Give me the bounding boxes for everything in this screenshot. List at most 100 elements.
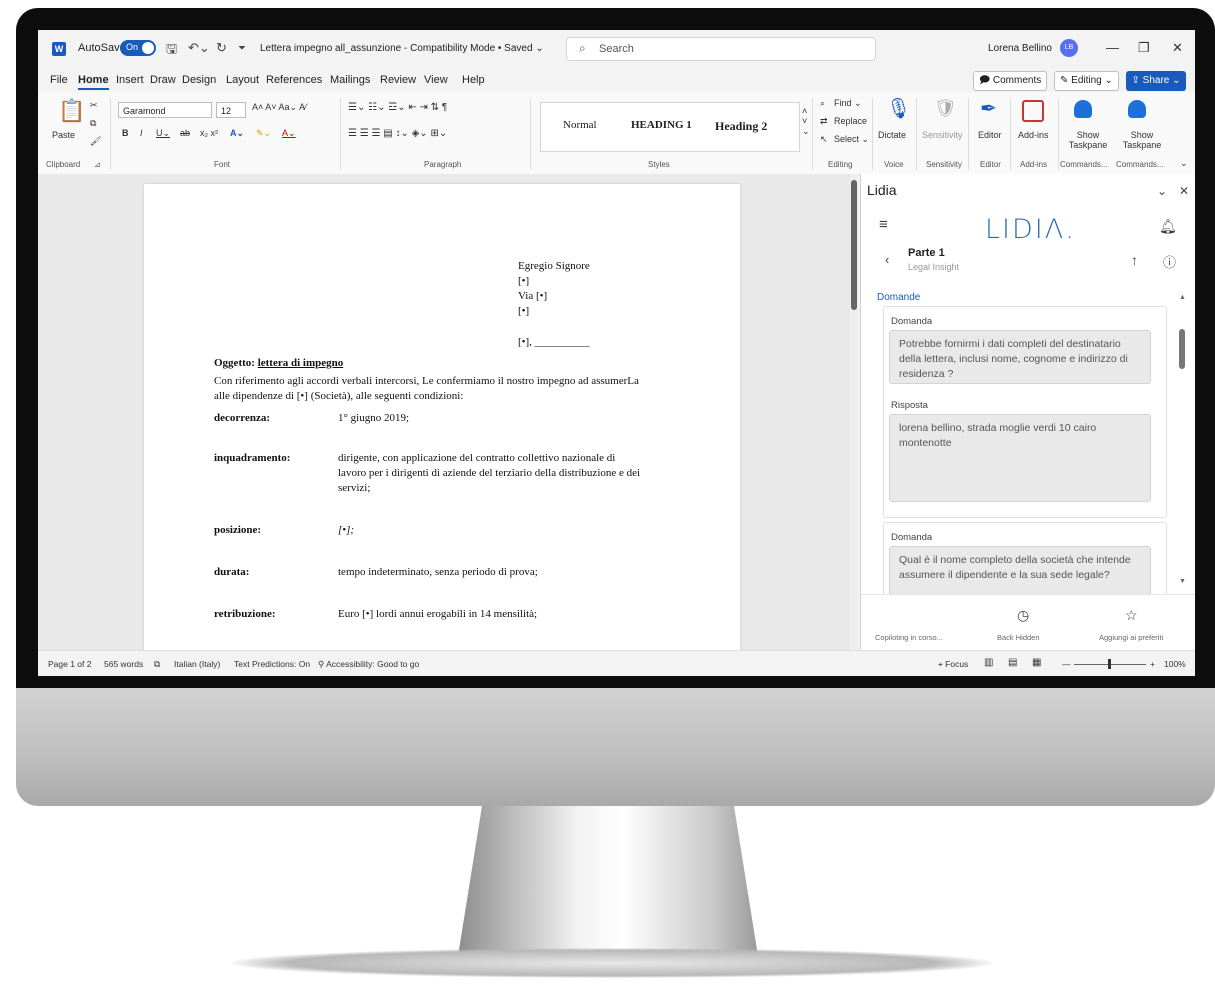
user-name[interactable]: Lorena Bellino bbox=[988, 43, 1052, 54]
clock-icon[interactable]: ◷ bbox=[1017, 607, 1029, 624]
style-heading-1[interactable]: HEADING 1 bbox=[631, 119, 692, 131]
add-favorites-button[interactable]: Aggiungi ai preferiti bbox=[1099, 633, 1163, 642]
language[interactable]: Italian (Italy) bbox=[174, 659, 220, 669]
read-mode-icon[interactable]: ▥ bbox=[984, 657, 993, 668]
undo-icon[interactable]: ↶⌄ bbox=[188, 40, 210, 56]
pane-scrollbar[interactable]: ▲ ▼ bbox=[1179, 294, 1186, 594]
accessibility-status[interactable]: ⚲ Accessibility: Good to go bbox=[318, 659, 419, 670]
pane-scroll-thumb[interactable] bbox=[1179, 329, 1185, 369]
scroll-up-icon[interactable]: ▲ bbox=[1179, 294, 1186, 301]
editing-button[interactable]: ✎ Editing ⌄ bbox=[1054, 71, 1119, 91]
bold-icon[interactable]: B bbox=[122, 128, 129, 138]
subscript-icon[interactable]: x₂ x² bbox=[200, 128, 218, 138]
style-heading-2[interactable]: Heading 2 bbox=[715, 119, 767, 134]
font-name-select[interactable]: Garamond bbox=[118, 102, 212, 118]
editor-icon[interactable]: ✒ bbox=[980, 96, 997, 121]
add-ins-button[interactable]: Add-ins bbox=[1018, 130, 1049, 140]
tab-help[interactable]: Help bbox=[462, 74, 485, 86]
add-ins-icon[interactable] bbox=[1022, 100, 1044, 122]
taskpane-icon[interactable] bbox=[1074, 100, 1092, 118]
tab-draw[interactable]: Draw bbox=[150, 74, 176, 86]
underline-icon[interactable]: U⌄ bbox=[156, 128, 170, 139]
cut-icon[interactable]: ✂ bbox=[90, 100, 98, 111]
tab-design[interactable]: Design bbox=[182, 74, 216, 86]
select-button[interactable]: Select ⌄ bbox=[834, 134, 869, 145]
tab-file[interactable]: File bbox=[50, 74, 68, 86]
web-layout-icon[interactable]: ▦ bbox=[1032, 657, 1041, 668]
tab-view[interactable]: View bbox=[424, 74, 448, 86]
strikethrough-icon[interactable]: ab bbox=[180, 128, 190, 138]
save-icon[interactable]: 🖫 bbox=[166, 40, 177, 62]
tab-mailings[interactable]: Mailings bbox=[330, 74, 370, 86]
hamburger-menu-icon[interactable]: ≡ bbox=[879, 216, 888, 233]
show-taskpane-button-1[interactable]: Show Taskpane bbox=[1068, 130, 1108, 150]
style-normal[interactable]: Normal bbox=[563, 119, 597, 131]
document-title[interactable]: Lettera impegno all_assunzione - Compati… bbox=[260, 43, 544, 54]
editor-button[interactable]: Editor bbox=[978, 130, 1002, 140]
minimize-icon[interactable]: — bbox=[1106, 40, 1119, 55]
sensitivity-button[interactable]: Sensitivity bbox=[922, 130, 963, 140]
dialog-launcher-icon[interactable]: ⊿ bbox=[94, 160, 101, 169]
collapse-ribbon-icon[interactable]: ⌄ bbox=[1180, 158, 1188, 169]
answer-field-1[interactable]: lorena bellino, strada moglie verdi 10 c… bbox=[889, 414, 1151, 502]
word-count[interactable]: 565 words bbox=[104, 659, 143, 669]
microphone-icon[interactable]: 🎙 bbox=[886, 96, 911, 121]
print-layout-icon[interactable]: ▤ bbox=[1008, 657, 1017, 668]
text-effects-icon[interactable]: A⌄ bbox=[230, 128, 244, 139]
comments-button[interactable]: 🗩 Comments bbox=[973, 71, 1048, 91]
format-painter-icon[interactable]: 🖌 bbox=[90, 136, 101, 147]
search-input[interactable]: ⌕ Search bbox=[566, 37, 876, 61]
info-icon[interactable]: ⓘ bbox=[1163, 252, 1176, 271]
restore-icon[interactable]: ❐ bbox=[1138, 40, 1150, 56]
zoom-in-icon[interactable]: + bbox=[1150, 659, 1155, 669]
focus-button[interactable]: ⌖ Focus bbox=[938, 659, 968, 670]
tab-layout[interactable]: Layout bbox=[226, 74, 259, 86]
customize-toolbar-icon[interactable]: ⏷ bbox=[238, 43, 246, 54]
zoom-out-icon[interactable]: — bbox=[1062, 659, 1071, 669]
grow-font-icon[interactable]: A˄ A˅ Aa⌄ A⁄ bbox=[252, 102, 307, 113]
select-icon[interactable]: ↖ bbox=[820, 134, 828, 145]
find-icon[interactable]: ⌕ bbox=[820, 98, 825, 109]
autosave-toggle[interactable]: On bbox=[120, 40, 156, 56]
share-button[interactable]: ⇪ Share ⌄ bbox=[1126, 71, 1186, 91]
document-scrollbar[interactable] bbox=[850, 174, 858, 650]
italic-icon[interactable]: I bbox=[140, 128, 143, 138]
redo-icon[interactable]: ↻ bbox=[216, 40, 227, 56]
zoom-level[interactable]: 100% bbox=[1164, 659, 1186, 669]
bell-icon[interactable]: 🔔︎ bbox=[1159, 218, 1177, 235]
document-page[interactable]: Egregio Signore [•] Via [•] [•] [•], ___… bbox=[144, 184, 740, 664]
tab-insert[interactable]: Insert bbox=[116, 74, 144, 86]
back-chevron-icon[interactable]: ‹ bbox=[885, 252, 889, 267]
star-icon[interactable]: ☆ bbox=[1125, 607, 1138, 624]
page-count[interactable]: Page 1 of 2 bbox=[48, 659, 91, 669]
show-taskpane-button-2[interactable]: Show Taskpane bbox=[1122, 130, 1162, 150]
replace-button[interactable]: Replace bbox=[834, 116, 867, 126]
avatar[interactable]: LB bbox=[1060, 39, 1078, 57]
font-size-select[interactable]: 12 bbox=[216, 102, 246, 118]
arrow-up-icon[interactable]: ↑ bbox=[1131, 252, 1138, 268]
text-predictions[interactable]: Text Predictions: On bbox=[234, 659, 310, 669]
proofing-icon[interactable]: ⧉ bbox=[154, 659, 160, 670]
tab-review[interactable]: Review bbox=[380, 74, 416, 86]
close-icon[interactable]: ✕ bbox=[1179, 184, 1189, 198]
paste-icon[interactable]: 📋 bbox=[58, 98, 85, 124]
scroll-thumb[interactable] bbox=[851, 180, 857, 310]
align-icon[interactable]: ☰ ☰ ☰ ▤ ↕⌄ ◈⌄ ⊞⌄ bbox=[348, 128, 447, 139]
replace-icon[interactable]: ⇄ bbox=[820, 116, 828, 127]
styles-scroll-icon[interactable]: ˄ ˅ ⌄ bbox=[802, 106, 810, 137]
bullets-icon[interactable]: ☰⌄ ☷⌄ ☲⌄ ⇤ ⇥ ⇅ ¶ bbox=[348, 102, 447, 113]
tab-home[interactable]: Home bbox=[78, 74, 109, 90]
find-button[interactable]: Find ⌄ bbox=[834, 98, 862, 109]
dictate-button[interactable]: Dictate bbox=[878, 130, 906, 140]
back-hidden-button[interactable]: Back Hidden bbox=[997, 633, 1040, 642]
chevron-down-icon[interactable]: ⌄ bbox=[1157, 184, 1167, 198]
highlight-icon[interactable]: ✎⌄ bbox=[256, 128, 271, 139]
zoom-slider-handle[interactable] bbox=[1108, 659, 1111, 669]
paste-label[interactable]: Paste bbox=[52, 130, 75, 140]
sensitivity-icon[interactable]: 🛡 bbox=[934, 98, 957, 119]
tab-references[interactable]: References bbox=[266, 74, 322, 86]
font-color-icon[interactable]: A⌄ bbox=[282, 128, 296, 139]
taskpane-icon[interactable] bbox=[1128, 100, 1146, 118]
close-icon[interactable]: ✕ bbox=[1172, 40, 1183, 56]
scroll-down-icon[interactable]: ▼ bbox=[1179, 578, 1186, 585]
